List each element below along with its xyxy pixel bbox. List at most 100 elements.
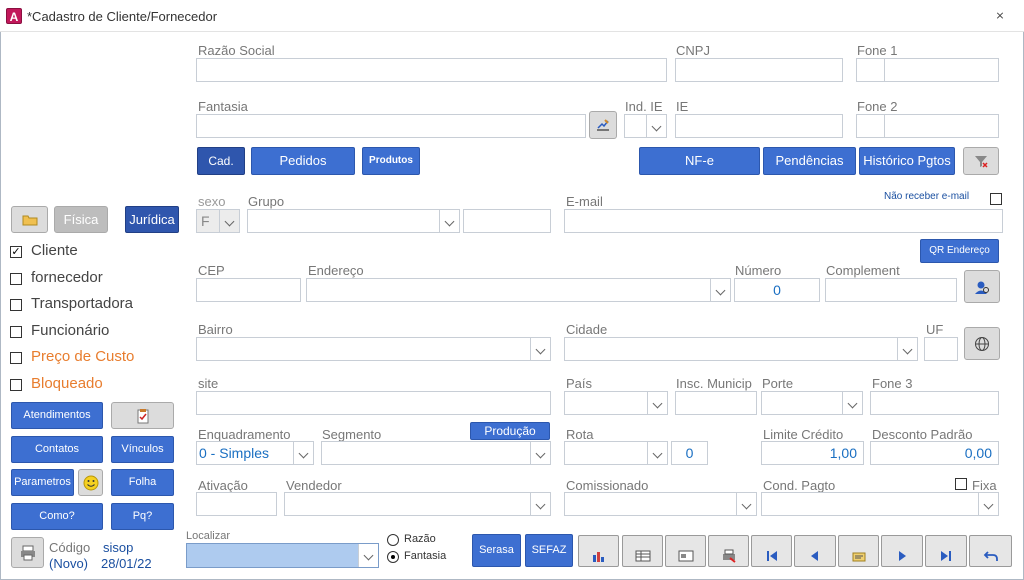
nao-receber-email-checkbox[interactable] bbox=[990, 193, 1002, 205]
clear-filter-button[interactable] bbox=[963, 147, 999, 175]
ie-input[interactable] bbox=[675, 114, 843, 138]
smiley-button[interactable] bbox=[78, 469, 103, 496]
email-input[interactable] bbox=[564, 209, 1003, 233]
copy-name-button[interactable] bbox=[589, 111, 617, 139]
checkbox-label: Cliente bbox=[31, 242, 78, 259]
ind-ie-select[interactable] bbox=[624, 114, 667, 138]
chevron-down-icon bbox=[530, 493, 550, 515]
fone1-input[interactable] bbox=[884, 58, 999, 82]
localizar-label: Localizar bbox=[186, 530, 231, 542]
prev-button[interactable] bbox=[794, 535, 836, 567]
chart-button[interactable] bbox=[578, 535, 619, 567]
razao-social-input[interactable] bbox=[196, 58, 667, 82]
cep-input[interactable] bbox=[196, 278, 301, 302]
sexo-select: F bbox=[196, 209, 240, 233]
globe-icon bbox=[975, 337, 989, 351]
porte-select[interactable] bbox=[761, 391, 863, 415]
print-button[interactable] bbox=[708, 535, 749, 567]
insc-municip-input[interactable] bbox=[675, 391, 757, 415]
chart-icon bbox=[591, 544, 607, 574]
nfe-button[interactable]: NF-e bbox=[639, 147, 760, 175]
card-button[interactable] bbox=[665, 535, 706, 567]
complemento-input[interactable] bbox=[825, 278, 957, 302]
printer-icon bbox=[20, 545, 35, 561]
pendencias-button[interactable]: Pendências bbox=[763, 147, 856, 175]
folha-button[interactable]: Folha bbox=[111, 469, 174, 496]
fixa-checkbox[interactable] bbox=[955, 478, 967, 490]
bairro-select[interactable] bbox=[196, 337, 551, 361]
printer-button[interactable] bbox=[11, 537, 44, 568]
limite-credito-input[interactable]: 1,00 bbox=[761, 441, 864, 465]
rota-number-input[interactable]: 0 bbox=[671, 441, 708, 465]
fone2-ddd-input[interactable] bbox=[856, 114, 885, 138]
vendedor-select[interactable] bbox=[284, 492, 551, 516]
undo-button[interactable] bbox=[969, 535, 1012, 567]
address-search-button[interactable] bbox=[964, 270, 1000, 303]
endereco-label: Endereço bbox=[308, 263, 364, 278]
fone1-ddd-input[interactable] bbox=[856, 58, 885, 82]
cidade-select[interactable] bbox=[564, 337, 918, 361]
fone2-input[interactable] bbox=[884, 114, 999, 138]
atendimentos-button[interactable]: Atendimentos bbox=[11, 402, 103, 429]
checkbox-funcion-rio[interactable] bbox=[10, 325, 22, 338]
comissionado-select[interactable] bbox=[564, 492, 757, 516]
site-input[interactable] bbox=[196, 391, 551, 415]
cnpj-input[interactable] bbox=[675, 58, 843, 82]
segmento-select[interactable] bbox=[321, 441, 551, 465]
checklist-button[interactable] bbox=[111, 402, 174, 429]
numero-input[interactable]: 0 bbox=[734, 278, 820, 302]
last-button[interactable] bbox=[925, 535, 967, 567]
grupo-label: Grupo bbox=[248, 194, 285, 209]
contatos-button[interactable]: Contatos bbox=[11, 436, 103, 463]
razao-radio[interactable] bbox=[387, 534, 399, 546]
fantasia-radio[interactable] bbox=[387, 551, 399, 563]
email-label: E-mail bbox=[566, 194, 603, 209]
enquadramento-select[interactable]: 0 - Simples bbox=[196, 441, 314, 465]
card-icon bbox=[678, 544, 694, 574]
serasa-button[interactable]: Serasa bbox=[472, 534, 521, 567]
pq-button[interactable]: Pq? bbox=[111, 503, 174, 530]
edit-button[interactable] bbox=[838, 535, 879, 567]
endereco-select[interactable] bbox=[306, 278, 731, 302]
checkbox-transportadora[interactable] bbox=[10, 299, 22, 312]
rota-select[interactable] bbox=[564, 441, 668, 465]
desconto-padrao-input[interactable]: 0,00 bbox=[870, 441, 999, 465]
qr-endereco-button[interactable]: QR Endereço bbox=[920, 239, 999, 263]
cad-button[interactable]: Cad. bbox=[197, 147, 245, 175]
close-icon[interactable]: ⨯ bbox=[992, 8, 1008, 24]
uf-input[interactable] bbox=[924, 337, 958, 361]
razao-radio-label: Razão bbox=[404, 533, 436, 545]
parametros-button[interactable]: Parametros bbox=[11, 469, 74, 496]
globe-button[interactable] bbox=[964, 327, 1000, 360]
fone3-input[interactable] bbox=[870, 391, 999, 415]
checkbox-bloqueado[interactable] bbox=[10, 379, 22, 391]
pais-select[interactable] bbox=[564, 391, 668, 415]
fone3-label: Fone 3 bbox=[872, 376, 913, 391]
checkbox-fornecedor[interactable] bbox=[10, 272, 22, 285]
localizar-select[interactable] bbox=[186, 543, 379, 568]
filter-clear-icon bbox=[975, 156, 988, 168]
checkbox-pre-o-de-custo[interactable] bbox=[10, 352, 22, 365]
checkbox-cliente[interactable]: ✓ bbox=[10, 246, 22, 258]
next-button[interactable] bbox=[881, 535, 923, 567]
grupo-select[interactable] bbox=[247, 209, 460, 233]
juridica-button[interactable]: Jurídica bbox=[125, 206, 179, 233]
cond-pagto-select[interactable] bbox=[761, 492, 999, 516]
chevron-down-icon bbox=[219, 210, 239, 232]
checkbox-label: Bloqueado bbox=[31, 375, 103, 392]
ativacao-input[interactable] bbox=[196, 492, 277, 516]
producao-button[interactable]: Produção bbox=[470, 422, 550, 440]
vinculos-button[interactable]: Vínculos bbox=[111, 436, 174, 463]
grupo-code-input[interactable] bbox=[463, 209, 551, 233]
uf-label: UF bbox=[926, 322, 944, 337]
first-button[interactable] bbox=[751, 535, 792, 567]
pedidos-button[interactable]: Pedidos bbox=[251, 147, 355, 175]
historico-pgtos-button[interactable]: Histórico Pgtos bbox=[859, 147, 955, 175]
grid-button[interactable] bbox=[622, 535, 663, 567]
produtos-button[interactable]: Produtos bbox=[362, 147, 420, 175]
fisica-button[interactable]: Física bbox=[54, 206, 108, 233]
como-button[interactable]: Como? bbox=[11, 503, 103, 530]
sefaz-button[interactable]: SEFAZ bbox=[525, 534, 573, 567]
open-folder-button[interactable] bbox=[11, 206, 48, 233]
fantasia-input[interactable] bbox=[196, 114, 586, 138]
